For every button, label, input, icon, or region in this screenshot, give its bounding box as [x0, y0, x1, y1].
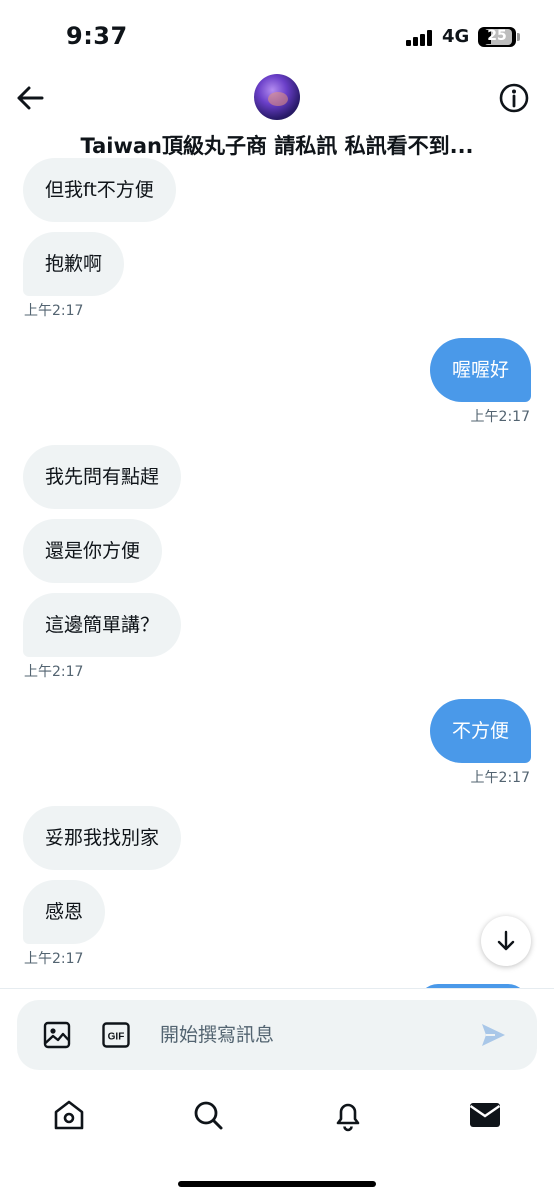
message-bubble-incoming[interactable]: 還是你方便 [23, 519, 163, 583]
arrow-left-icon [17, 86, 44, 110]
message-timestamp: 上午2:17 [24, 303, 84, 319]
back-button[interactable] [12, 80, 48, 116]
message-bubble-outgoing[interactable]: 不方便 [429, 699, 531, 763]
signal-icon [406, 30, 434, 46]
gif-label: GIF [108, 1032, 125, 1043]
avatar[interactable] [254, 74, 300, 120]
status-time: 9:37 [66, 22, 128, 50]
message-timestamp: 上午2:17 [470, 770, 530, 786]
chat-title[interactable]: Taiwan頂級丸子商 請私訊 私訊看不到... [0, 130, 554, 160]
scroll-to-bottom-button[interactable] [481, 916, 531, 966]
envelope-icon [469, 1103, 501, 1127]
gif-icon: GIF [102, 1022, 130, 1048]
bell-icon [336, 1103, 360, 1132]
battery-icon: 25 [478, 27, 520, 47]
send-icon [482, 1024, 505, 1046]
message-timestamp: 上午2:17 [24, 951, 84, 967]
media-button[interactable] [42, 1020, 72, 1050]
send-button[interactable] [478, 1020, 508, 1050]
message-timestamp: 上午2:17 [470, 409, 530, 425]
message-bubble-incoming[interactable]: 妥那我找別家 [23, 806, 182, 870]
message-timestamp: 上午2:17 [24, 664, 84, 680]
battery-level: 25 [487, 28, 507, 44]
search-icon [194, 1101, 223, 1130]
image-icon [43, 1021, 71, 1049]
message-bubble-incoming[interactable]: 但我ft不方便 [23, 158, 176, 222]
message-bubble-incoming[interactable]: 抱歉啊 [23, 232, 125, 296]
home-icon [54, 1100, 84, 1130]
message-bubble-incoming[interactable]: 我先問有點趕 [23, 445, 182, 509]
tab-search[interactable] [190, 1097, 226, 1133]
tab-messages[interactable] [467, 1097, 503, 1133]
home-indicator[interactable] [178, 1181, 376, 1187]
info-button[interactable] [496, 80, 532, 116]
tab-notifications[interactable] [330, 1097, 366, 1133]
gif-button[interactable]: GIF [101, 1020, 131, 1050]
message-bubble-incoming[interactable]: 感恩 [23, 880, 106, 944]
message-bubble-outgoing[interactable]: 喔喔好 [429, 338, 531, 402]
tab-home[interactable] [51, 1097, 87, 1133]
message-bubble-incoming[interactable]: 這邊簡單講？ [23, 593, 182, 657]
network-label: 4G [442, 26, 470, 47]
info-circle-icon [499, 83, 529, 113]
message-input[interactable] [160, 1017, 460, 1053]
arrow-down-icon [497, 930, 515, 951]
